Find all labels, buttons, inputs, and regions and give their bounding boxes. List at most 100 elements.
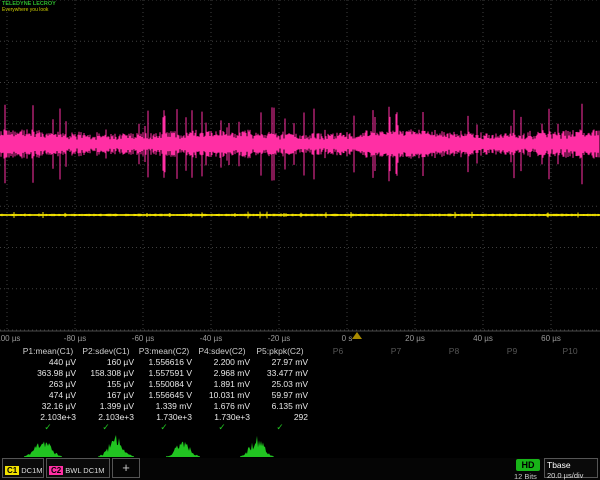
measure-value: 1.676 mV: [194, 401, 250, 412]
measure-value: [368, 412, 424, 423]
measure-value: [542, 401, 598, 412]
measure-value: 263 µV: [20, 379, 76, 390]
timebase-descriptor[interactable]: Tbase 20.0 µs/div: [544, 458, 598, 478]
measurement-histicons: [0, 432, 600, 458]
measure-column-5: P5:pkpk(C2)27.97 mV33.477 mV25.03 mV59.9…: [252, 346, 308, 432]
measure-header[interactable]: P7: [368, 346, 424, 357]
measure-value: 474 µV: [20, 390, 76, 401]
measure-value: 1.339 mV: [136, 401, 192, 412]
measure-status-check: [368, 423, 424, 432]
measure-column-6: P6: [310, 346, 366, 432]
measure-value: [310, 390, 366, 401]
measure-column-7: P7: [368, 346, 424, 432]
waveform-display: TELEDYNE LECROY Everywhere you look: [0, 0, 600, 332]
measure-value: 2.200 mV: [194, 357, 250, 368]
measure-status-check: ✓: [78, 423, 134, 432]
time-axis-label: -60 µs: [132, 334, 154, 343]
measure-value: [368, 357, 424, 368]
time-axis-label: -20 µs: [268, 334, 290, 343]
measure-header[interactable]: P6: [310, 346, 366, 357]
measure-value: [426, 379, 482, 390]
channel-c2-descriptor[interactable]: C2BWL DC1M 10.0 mV: [46, 458, 110, 478]
brand-tagline: Everywhere you look: [2, 7, 56, 13]
add-trace-button[interactable]: +: [112, 458, 140, 478]
measure-value: [484, 401, 540, 412]
measure-header[interactable]: P8: [426, 346, 482, 357]
measure-value: 1.556616 V: [136, 357, 192, 368]
measure-value: [368, 379, 424, 390]
measure-value: [368, 401, 424, 412]
histicon: [98, 435, 134, 457]
measure-value: 1.557591 V: [136, 368, 192, 379]
trigger-position-marker[interactable]: [352, 332, 362, 339]
measure-value: 33.477 mV: [252, 368, 308, 379]
measure-value: 1.891 mV: [194, 379, 250, 390]
measure-status-check: ✓: [136, 423, 192, 432]
time-axis-label: -80 µs: [64, 334, 86, 343]
time-axis: -100 µs-80 µs-60 µs-40 µs-20 µs0 s20 µs4…: [0, 331, 600, 346]
measure-column-4: P4:sdev(C2)2.200 mV2.968 mV1.891 mV10.03…: [194, 346, 250, 432]
measure-column-9: P9: [484, 346, 540, 432]
measure-header[interactable]: P1:mean(C1): [20, 346, 76, 357]
c2-coupling: BWL DC1M: [65, 466, 104, 475]
measure-value: 167 µV: [78, 390, 134, 401]
graticule: [0, 0, 600, 332]
measure-value: 6.135 mV: [252, 401, 308, 412]
channel-c1-descriptor[interactable]: C1DC1M 0 mV: [2, 458, 44, 478]
measure-status-check: ✓: [252, 423, 308, 432]
measure-value: [426, 412, 482, 423]
histicon: [240, 436, 274, 457]
adc-bits-label: 12 Bits: [514, 472, 537, 480]
measure-value: [426, 368, 482, 379]
measure-header[interactable]: P3:mean(C2): [136, 346, 192, 357]
measure-header[interactable]: P9: [484, 346, 540, 357]
measure-column-10: P10: [542, 346, 598, 432]
measure-value: [310, 401, 366, 412]
measure-value: [542, 390, 598, 401]
time-axis-label: 20 µs: [405, 334, 425, 343]
measure-value: 10.031 mV: [194, 390, 250, 401]
time-axis-label: 60 µs: [541, 334, 561, 343]
measure-value: [426, 401, 482, 412]
measure-value: [310, 368, 366, 379]
measure-column-2: P2:sdev(C1)160 µV158.308 µV155 µV167 µV1…: [78, 346, 134, 432]
measurement-table: P1:mean(C1)440 µV363.98 µV263 µV474 µV32…: [0, 346, 600, 432]
measure-status-check: ✓: [194, 423, 250, 432]
measure-status-check: [542, 423, 598, 432]
c1-badge: C1: [5, 466, 19, 475]
measure-value: 25.03 mV: [252, 379, 308, 390]
time-axis-label: 0 s: [342, 334, 353, 343]
time-axis-label: -100 µs: [0, 334, 20, 343]
measure-header[interactable]: P4:sdev(C2): [194, 346, 250, 357]
measure-value: 363.98 µV: [20, 368, 76, 379]
measure-value: [368, 368, 424, 379]
measure-value: [484, 412, 540, 423]
measure-status-check: [426, 423, 482, 432]
measure-value: [310, 412, 366, 423]
measure-value: 32.16 µV: [20, 401, 76, 412]
brand: TELEDYNE LECROY Everywhere you look: [2, 1, 56, 13]
measure-value: 1.556645 V: [136, 390, 192, 401]
measure-value: [542, 379, 598, 390]
measure-column-1: P1:mean(C1)440 µV363.98 µV263 µV474 µV32…: [20, 346, 76, 432]
measure-header[interactable]: P10: [542, 346, 598, 357]
measure-status-check: [484, 423, 540, 432]
measure-header[interactable]: P2:sdev(C1): [78, 346, 134, 357]
measure-value: [310, 379, 366, 390]
time-axis-label: 40 µs: [473, 334, 493, 343]
timebase-label: Tbase: [547, 460, 595, 470]
bottom-toolbar: C1DC1M 0 mV C2BWL DC1M 10.0 mV + HD 12 B…: [0, 458, 600, 480]
measure-header[interactable]: P5:pkpk(C2): [252, 346, 308, 357]
measure-value: [542, 412, 598, 423]
trace-C2[interactable]: [0, 104, 599, 184]
timebase-scale: 20.0 µs/div: [547, 471, 595, 480]
measure-value: 440 µV: [20, 357, 76, 368]
histicon: [166, 442, 200, 457]
histicon: [24, 441, 62, 457]
measure-value: 59.97 mV: [252, 390, 308, 401]
trace-C1[interactable]: [0, 212, 600, 219]
measure-column-3: P3:mean(C2)1.556616 V1.557591 V1.550084 …: [136, 346, 192, 432]
measure-value: [426, 357, 482, 368]
measure-value: [484, 357, 540, 368]
oscilloscope-screen: TELEDYNE LECROY Everywhere you look -100…: [0, 0, 600, 480]
